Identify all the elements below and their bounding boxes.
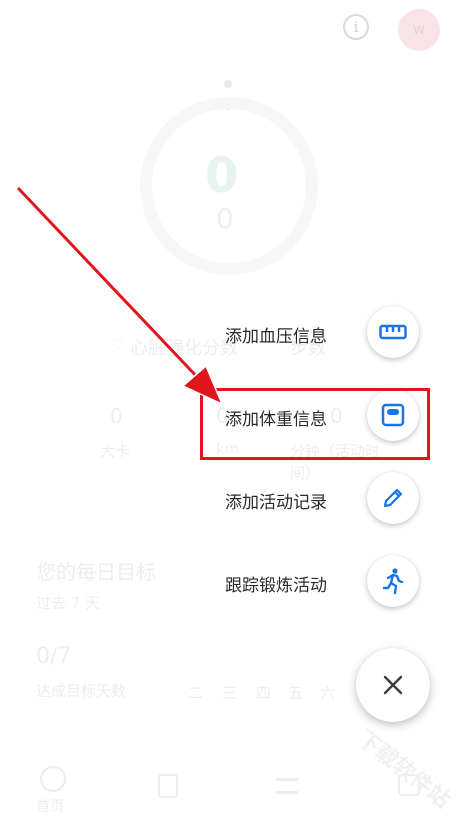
track-workout-button[interactable] (367, 555, 419, 607)
browse-icon[interactable] (276, 778, 298, 794)
close-icon (383, 675, 403, 695)
add-activity-button[interactable] (367, 472, 419, 524)
home-icon[interactable] (40, 766, 66, 792)
close-menu-button[interactable] (356, 648, 430, 722)
track-workout-label[interactable]: 跟踪锻炼活动 (225, 571, 327, 596)
blood-pressure-icon (379, 324, 407, 340)
pencil-icon (383, 488, 403, 508)
heart-label: 心脏强化分数 (130, 338, 238, 359)
goals-value: 0/7 (36, 644, 72, 669)
calories-value: 0 (110, 404, 123, 428)
ring-dot (224, 80, 232, 88)
journal-icon[interactable] (158, 774, 178, 798)
calories-unit: 大卡 (100, 442, 131, 460)
heart-points-value: 0 (205, 148, 239, 204)
weekday: 三 (222, 684, 238, 702)
add-activity-label[interactable]: 添加活动记录 (225, 488, 327, 513)
add-blood-pressure-label[interactable]: 添加血压信息 (225, 322, 327, 347)
avatar[interactable]: W (398, 9, 440, 51)
info-icon[interactable]: i (343, 14, 369, 40)
goals-title: 您的每日目标 (36, 560, 156, 584)
weekday: 六 (320, 684, 336, 702)
add-blood-pressure-button[interactable] (367, 306, 419, 358)
weekday: 二 (188, 684, 204, 702)
weekday: 四 (256, 684, 272, 702)
goals-caption: 达成目标天数 (36, 682, 127, 700)
highlight-box (200, 388, 430, 460)
weekday: 五 (288, 684, 304, 702)
steps-value: 0 (216, 202, 234, 235)
heart-icon: ♡ (110, 336, 124, 354)
goals-subtitle: 过去 7 天 (36, 594, 101, 612)
running-icon (382, 568, 404, 595)
nav-home-label[interactable]: 首页 (36, 796, 64, 816)
